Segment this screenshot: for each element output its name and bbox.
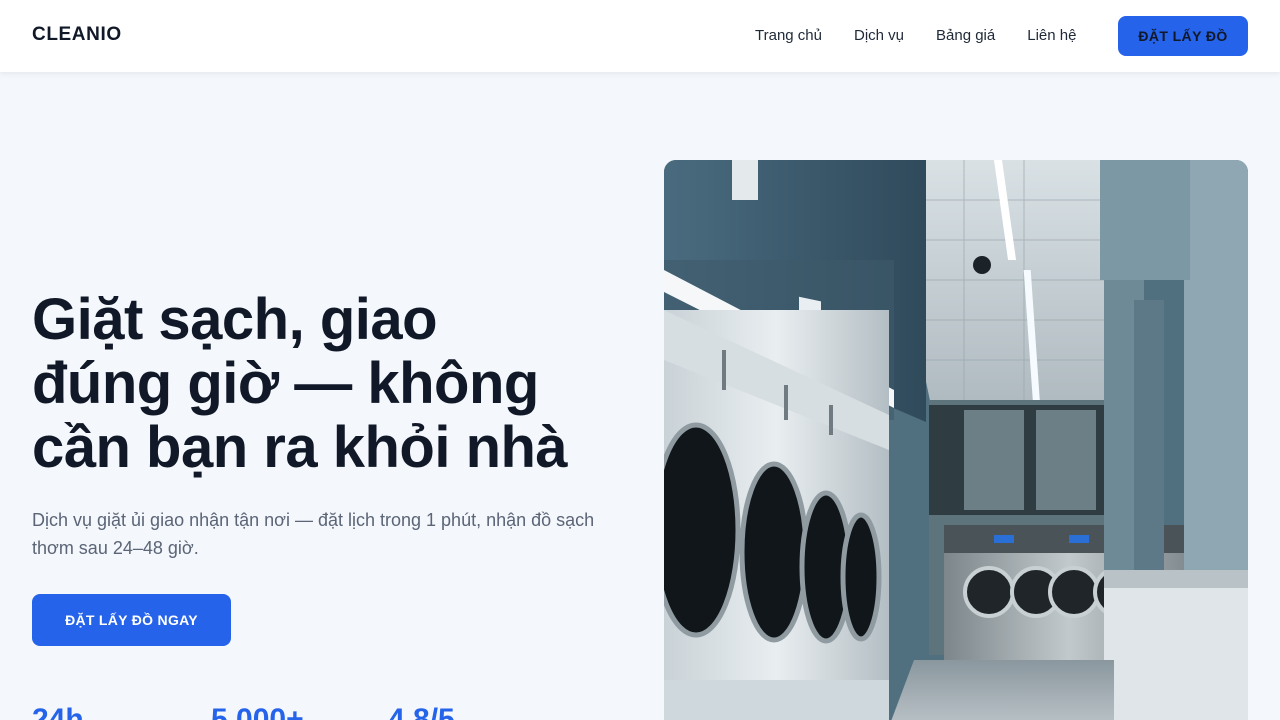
nav-link-services[interactable]: Dịch vụ [854,27,904,45]
nav-link-home[interactable]: Trang chủ [755,27,822,45]
book-pickup-now-button[interactable]: ĐẶT LẤY ĐỒ NGAY [32,594,231,646]
nav-link-contact[interactable]: Liên hệ [1027,27,1076,45]
hero-title-line-2: đúng giờ — không [32,351,539,416]
hero-subtitle: Dịch vụ giặt ủi giao nhận tận nơi — đặt … [32,510,595,558]
brand-logo[interactable]: CLEANIO [32,24,122,46]
hero-title-line-3: cần bạn ra khỏi nhà [32,415,568,480]
main-nav: Trang chủ Dịch vụ Bảng giá Liên hệ [755,27,1076,45]
nav-link-pricing[interactable]: Bảng giá [936,27,995,45]
laundromat-photo [664,160,1248,720]
hero-title-line-1: Giặt sạch, giao [32,287,438,352]
stat-rating: 4.8/5 [388,703,455,720]
top-navbar: CLEANIO Trang chủ Dịch vụ Bảng giá Liên … [0,0,1280,72]
stat-customers: 5.000+ [211,703,304,720]
book-pickup-button[interactable]: ĐẶT LẤY ĐỒ [1118,16,1248,56]
hero-title: Giặt sạch, giao đúng giờ — không cần bạn… [32,288,632,480]
stat-turnaround: 24h [32,703,84,720]
